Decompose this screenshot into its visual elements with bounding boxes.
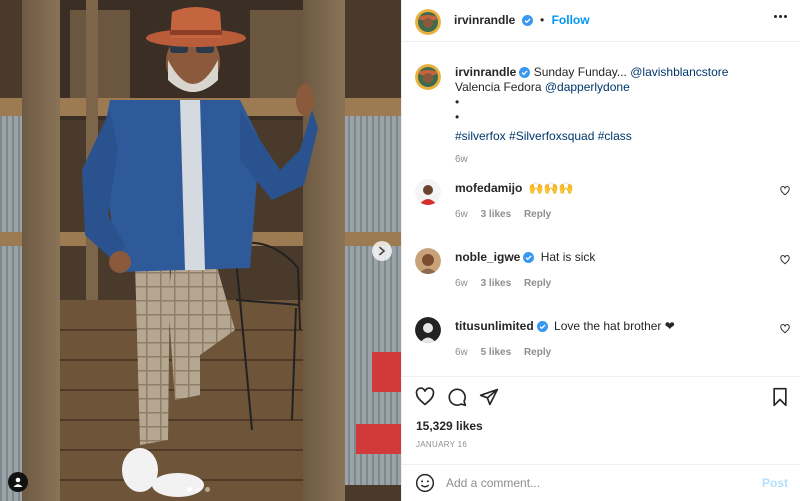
comment-likes[interactable]: 3 likes xyxy=(481,278,512,289)
header-separator: • xyxy=(540,13,545,27)
like-heart-icon[interactable] xyxy=(415,387,435,407)
comment-icon[interactable] xyxy=(447,387,467,407)
comment-time: 6w xyxy=(455,209,468,220)
comment-body: Hat is sick xyxy=(540,250,596,264)
author-username[interactable]: irvinrandle xyxy=(454,13,515,27)
bookmark-icon[interactable] xyxy=(771,387,789,407)
comment-body: 🙌🙌🙌 xyxy=(528,181,574,195)
caption-bullet: • xyxy=(455,110,460,124)
carousel-indicator xyxy=(187,487,210,492)
heart-icon[interactable] xyxy=(780,324,790,334)
chevron-right-icon xyxy=(379,246,386,256)
caption-text-before: Sunday Funday... xyxy=(533,65,631,79)
comments-list[interactable]: irvinrandle Sunday Funday... @lavishblan… xyxy=(402,43,800,376)
post-date: JANUARY 16 xyxy=(416,440,468,449)
comment-input[interactable] xyxy=(446,474,746,492)
comment-username[interactable]: titusunlimited xyxy=(455,319,534,333)
caption-username[interactable]: irvinrandle xyxy=(455,65,516,79)
comment-time: 6w xyxy=(455,347,468,358)
comment-item: titusunlimited Love the hat brother ❤ 6w… xyxy=(455,319,675,358)
avatar-image xyxy=(415,317,441,343)
carousel-dot xyxy=(187,487,192,492)
verified-badge-icon xyxy=(521,15,533,26)
carousel-dot xyxy=(196,487,201,492)
caption-mention-store[interactable]: @lavishblancstore xyxy=(630,65,728,79)
carousel-dot xyxy=(205,487,210,492)
next-photo-button[interactable] xyxy=(372,241,392,261)
more-options-icon-dot xyxy=(784,15,787,18)
avatar-image xyxy=(415,179,441,205)
comment-body: Love the hat brother ❤ xyxy=(554,319,675,333)
photo-illustration xyxy=(0,0,401,501)
caption-hashtags[interactable]: #silverfox #Silverfoxsquad #class xyxy=(455,129,775,144)
verified-badge-icon xyxy=(536,321,548,332)
post-detail-panel: irvinrandle • Follow irvinrandle Sunday … xyxy=(401,0,800,501)
comment-item: noble_igwe Hat is sick 6w 3 likes Reply xyxy=(455,250,595,289)
commenter-avatar[interactable] xyxy=(415,248,441,274)
avatar-image xyxy=(415,9,441,35)
caption-text-middle: Valencia Fedora xyxy=(455,80,545,94)
verified-badge-icon xyxy=(523,252,535,263)
user-tag-icon xyxy=(13,477,23,487)
avatar-image xyxy=(415,64,441,90)
more-options-icon xyxy=(774,15,777,18)
caption-avatar[interactable] xyxy=(415,64,441,90)
emoji-icon[interactable] xyxy=(415,473,435,493)
post-actions: 15,329 likes JANUARY 16 xyxy=(402,376,800,456)
comment-username[interactable]: noble_igwe xyxy=(455,250,520,264)
caption: irvinrandle Sunday Funday... @lavishblan… xyxy=(455,65,775,167)
comment-likes[interactable]: 5 likes xyxy=(481,347,512,358)
comment-reply-button[interactable]: Reply xyxy=(524,347,551,358)
commenter-avatar[interactable] xyxy=(415,179,441,205)
more-options-icon-dot xyxy=(779,15,782,18)
comment-username[interactable]: mofedamijo xyxy=(455,181,522,195)
caption-mention-brand[interactable]: @dapperlydone xyxy=(545,80,630,94)
share-icon[interactable] xyxy=(479,387,499,407)
comment-likes[interactable]: 3 likes xyxy=(481,209,512,220)
comment-reply-button[interactable]: Reply xyxy=(524,278,551,289)
comment-time: 6w xyxy=(455,278,468,289)
avatar-image xyxy=(415,248,441,274)
tagged-users-button[interactable] xyxy=(8,472,28,492)
caption-time: 6w xyxy=(455,154,468,165)
commenter-avatar[interactable] xyxy=(415,317,441,343)
comment-composer: Post xyxy=(402,464,800,501)
comment-item: mofedamijo 🙌🙌🙌 6w 3 likes Reply xyxy=(455,181,574,220)
author-avatar[interactable] xyxy=(415,9,441,35)
post-comment-button[interactable]: Post xyxy=(762,476,788,490)
more-options-button[interactable] xyxy=(774,15,787,18)
caption-bullet: • xyxy=(455,95,460,109)
post-header: irvinrandle • Follow xyxy=(402,0,800,42)
comment-reply-button[interactable]: Reply xyxy=(524,209,551,220)
follow-button[interactable]: Follow xyxy=(552,13,590,27)
verified-badge-icon xyxy=(519,67,531,78)
heart-icon[interactable] xyxy=(780,255,790,265)
post-photo[interactable] xyxy=(0,0,401,501)
heart-icon[interactable] xyxy=(780,186,790,196)
likes-count[interactable]: 15,329 likes xyxy=(416,419,483,433)
